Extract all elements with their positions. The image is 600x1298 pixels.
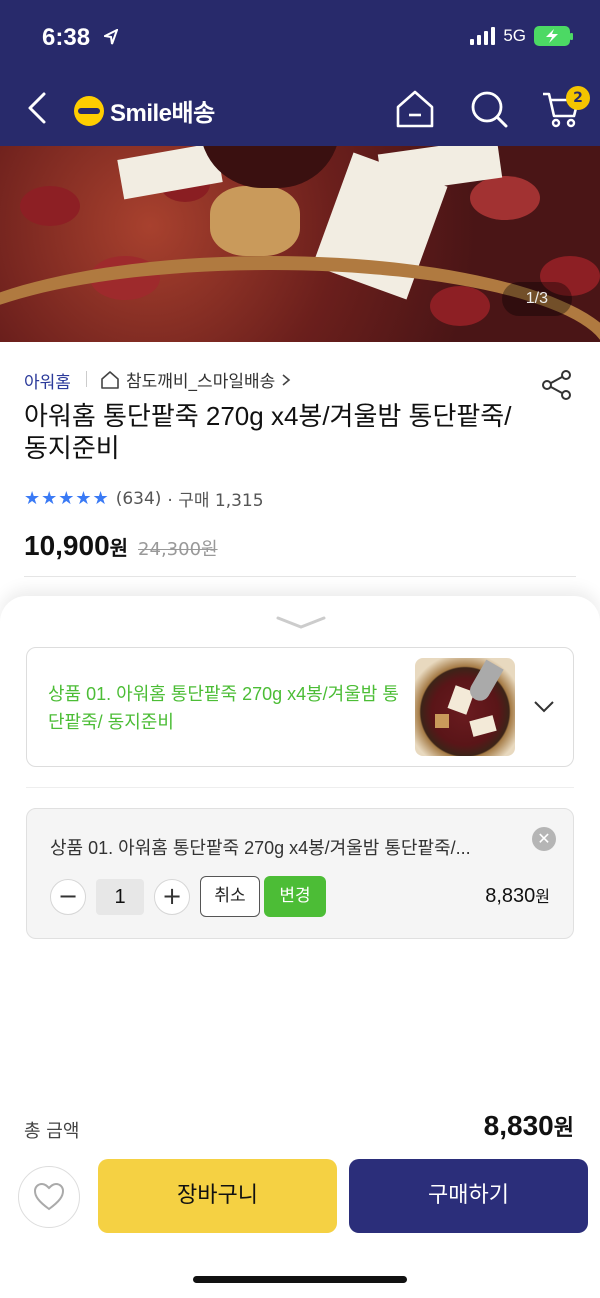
- sheet-collapse-icon[interactable]: [276, 612, 326, 632]
- status-right: 5G: [470, 26, 573, 46]
- wishlist-button[interactable]: [18, 1166, 80, 1228]
- chevron-right-icon: [282, 373, 291, 386]
- option-price: 8,830원: [485, 885, 550, 907]
- purchase-count: · 구매 1,315: [167, 491, 264, 511]
- store-name: 참도깨비_스마일배송: [126, 372, 276, 392]
- rating-stars: ★★★★★: [24, 488, 110, 509]
- option-selector-text: 상품 01. 아워홈 통단팥죽 270g x4봉/겨울밤 통단팥죽/ 동지준비: [48, 684, 399, 732]
- smile-delivery-logo: Smile배송: [74, 93, 215, 128]
- option-thumbnail: [415, 658, 515, 756]
- search-icon[interactable]: [468, 88, 510, 130]
- original-price: 24,300원: [138, 539, 218, 560]
- signal-icon: [470, 27, 496, 45]
- smile-logo-icon: [74, 95, 104, 126]
- selected-option-box: [26, 808, 574, 939]
- product-image[interactable]: 1/3: [0, 146, 600, 342]
- store-link[interactable]: 참도깨비_스마일배송: [100, 367, 291, 392]
- divider: [26, 787, 574, 788]
- selected-option-name: 상품 01. 아워홈 통단팥죽 270g x4봉/겨울밤 통단팥죽/...: [50, 838, 471, 858]
- share-icon[interactable]: [540, 368, 574, 402]
- heart-icon: [33, 1182, 64, 1210]
- quantity-input[interactable]: 1: [96, 879, 144, 915]
- back-icon[interactable]: [22, 88, 52, 128]
- top-bar: 6:38 5G Smile배송 2: [0, 0, 600, 146]
- network-label: 5G: [503, 26, 526, 45]
- logo-text: Smile배송: [110, 100, 215, 127]
- quantity-minus-button[interactable]: −: [50, 879, 86, 915]
- sale-price: 10,900원: [24, 530, 129, 561]
- store-home-icon: [101, 370, 119, 389]
- buy-now-button[interactable]: 구매하기: [349, 1159, 588, 1233]
- quantity-plus-button[interactable]: +: [154, 879, 190, 915]
- review-count: (634): [115, 488, 162, 509]
- brand-link[interactable]: 아워홈: [24, 368, 71, 393]
- image-page-indicator: 1/3: [501, 282, 572, 316]
- add-to-cart-button[interactable]: 장바구니: [98, 1159, 337, 1233]
- rating-row[interactable]: ★★★★★ (634) · 구매 1,315: [24, 486, 264, 511]
- cart-count-badge: 2: [566, 86, 590, 110]
- price-row: 10,900원 24,300원: [24, 530, 218, 562]
- home-icon[interactable]: [394, 88, 436, 130]
- status-time: 6:38: [42, 24, 91, 51]
- remove-option-icon[interactable]: ✕: [532, 827, 556, 851]
- product-title: 아워홈 통단팥죽 270g x4봉/겨울밤 통단팥죽/ 동지준비: [24, 401, 512, 463]
- total-price: 8,830원: [483, 1110, 574, 1141]
- home-indicator: [193, 1276, 407, 1283]
- location-arrow-icon: [104, 29, 118, 45]
- total-label: 총 금액: [24, 1121, 80, 1142]
- battery-charging-icon: [534, 26, 573, 46]
- change-button[interactable]: 변경: [264, 876, 326, 917]
- cancel-button[interactable]: 취소: [200, 876, 260, 917]
- chevron-down-icon[interactable]: [532, 696, 556, 716]
- divider: [24, 576, 576, 577]
- divider: [86, 371, 87, 387]
